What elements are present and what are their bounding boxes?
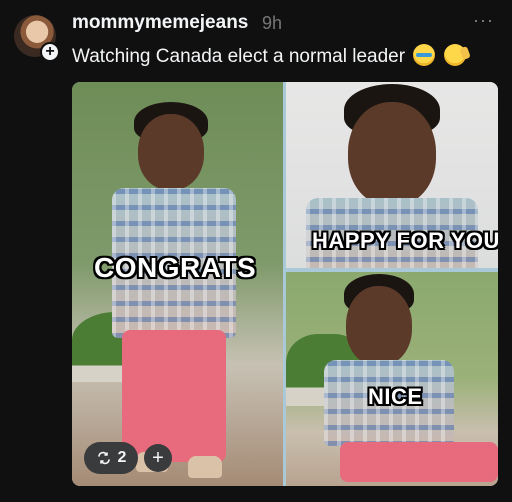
- repost-icon: [97, 451, 110, 465]
- face: [346, 286, 412, 366]
- meme-panel-left: CONGRATS: [72, 82, 283, 486]
- saluting-face-icon: [443, 44, 466, 66]
- post-caption: Watching Canada elect a normal leader: [72, 44, 466, 68]
- more-options-icon[interactable]: ···: [473, 10, 494, 31]
- meme-image[interactable]: CONGRATS HAPPY FOR YOU NICE: [72, 82, 498, 486]
- face: [348, 102, 436, 206]
- username[interactable]: mommymemejeans: [72, 12, 248, 34]
- repost-count: 2: [117, 449, 127, 466]
- crying-face-icon: [413, 44, 436, 66]
- add-button[interactable]: +: [144, 444, 172, 472]
- shoe-right: [188, 456, 222, 478]
- meme-panel-bottom-right: NICE: [286, 272, 498, 486]
- follow-plus-icon[interactable]: +: [40, 42, 60, 62]
- meme-text-nice: NICE: [368, 384, 423, 409]
- face: [138, 114, 204, 190]
- meme-text-congrats: CONGRATS: [94, 252, 257, 283]
- pants: [122, 330, 226, 462]
- meme-panel-top-right: HAPPY FOR YOU: [286, 82, 498, 268]
- caption-text: Watching Canada elect a normal leader: [72, 46, 406, 67]
- post-time: 9h: [262, 13, 283, 33]
- repost-button[interactable]: 2: [84, 442, 138, 474]
- pants: [340, 442, 498, 482]
- meme-text-happy-for-you: HAPPY FOR YOU: [312, 228, 498, 253]
